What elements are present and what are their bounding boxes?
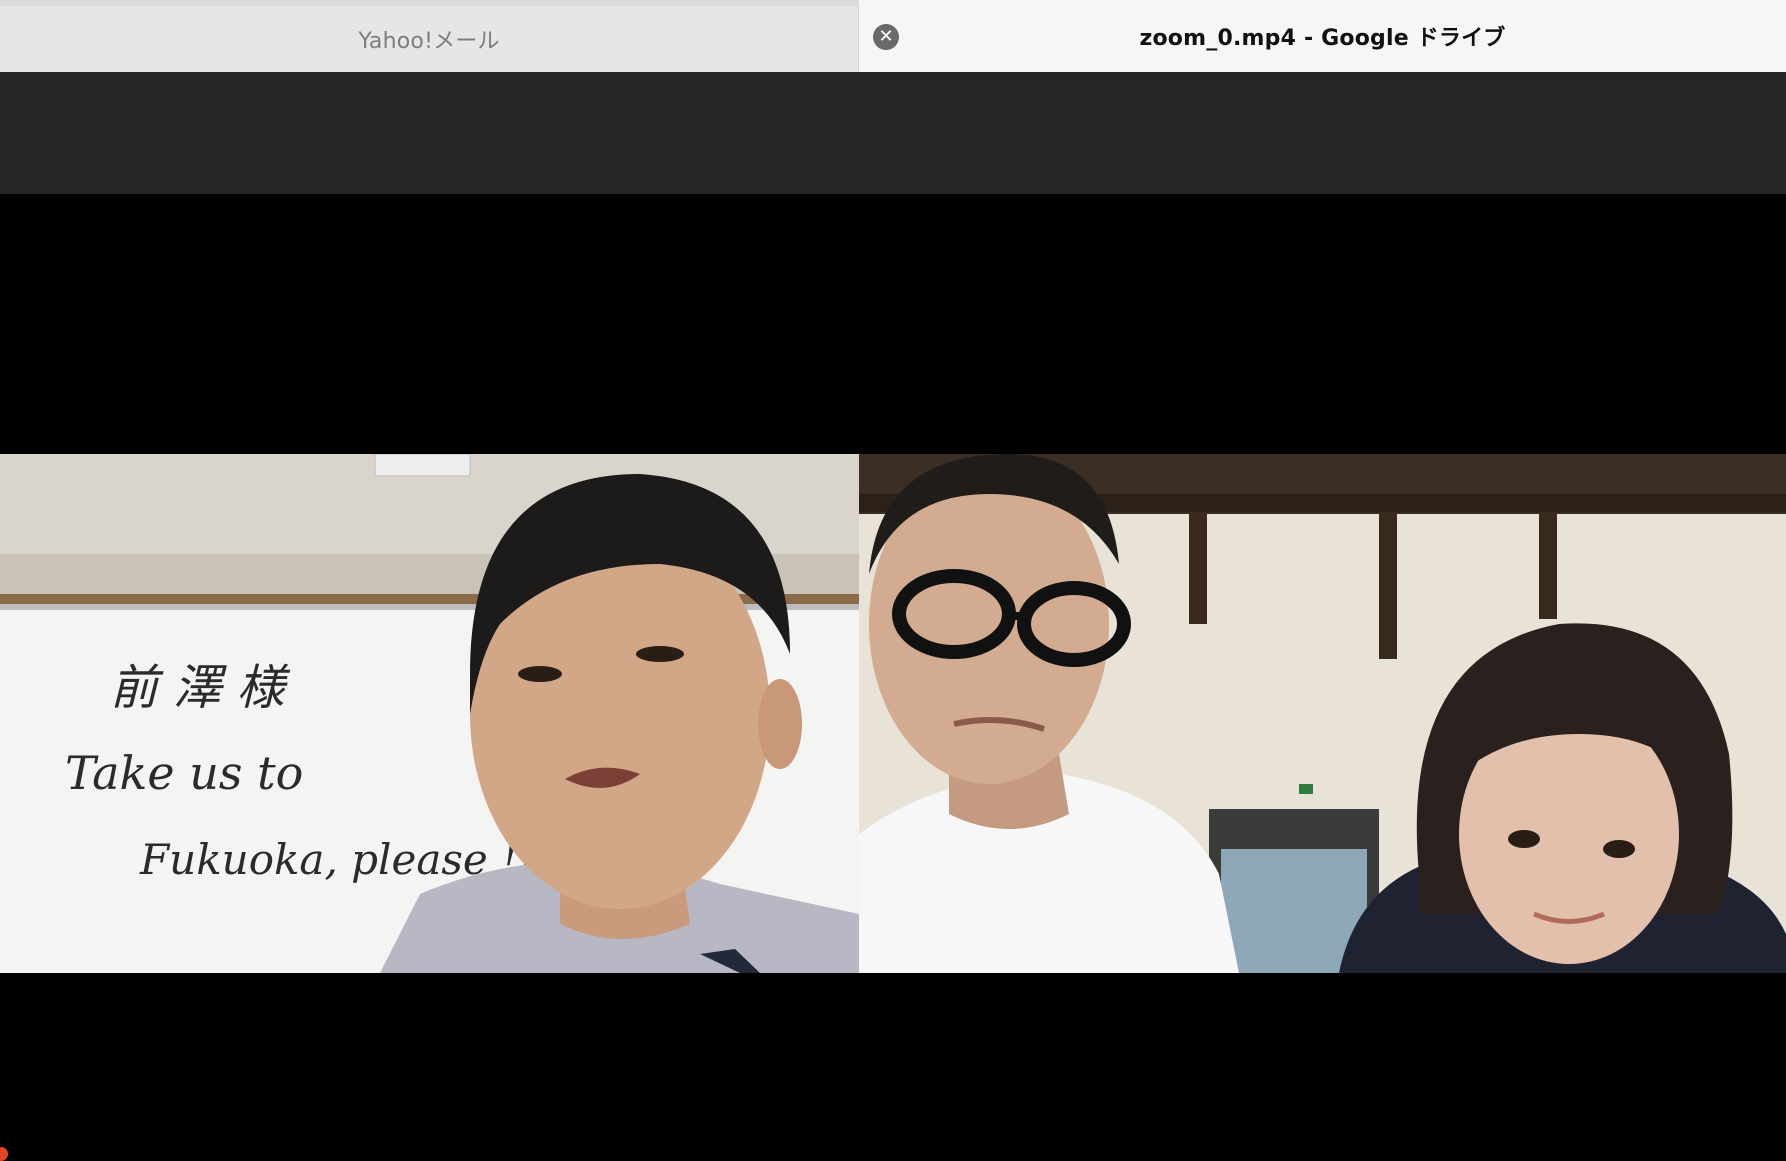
browser-tab-bar: Yahoo!メール ✕ zoom_0.mp4 - Google ドライブ — [0, 0, 1786, 72]
drive-preview-header — [0, 72, 1786, 194]
whiteboard-line-2: Take us to — [65, 746, 303, 800]
tab-google-drive-video[interactable]: ✕ zoom_0.mp4 - Google ドライブ — [859, 0, 1786, 72]
tab-label: Yahoo!メール — [358, 29, 500, 54]
video-frame-left: 前 澤 様 Take us to Fukuoka, please !! — [0, 454, 859, 973]
participant-video-left: 前 澤 様 Take us to Fukuoka, please !! — [0, 454, 859, 973]
whiteboard-line-1: 前 澤 様 — [110, 660, 291, 716]
tab-yahoo-mail[interactable]: Yahoo!メール — [0, 6, 859, 72]
tab-label: zoom_0.mp4 - Google ドライブ — [1139, 26, 1506, 51]
recording-dot-icon — [0, 1147, 8, 1161]
close-icon[interactable]: ✕ — [873, 24, 899, 50]
video-frame-right — [859, 454, 1786, 973]
participant-video-right — [859, 454, 1786, 973]
